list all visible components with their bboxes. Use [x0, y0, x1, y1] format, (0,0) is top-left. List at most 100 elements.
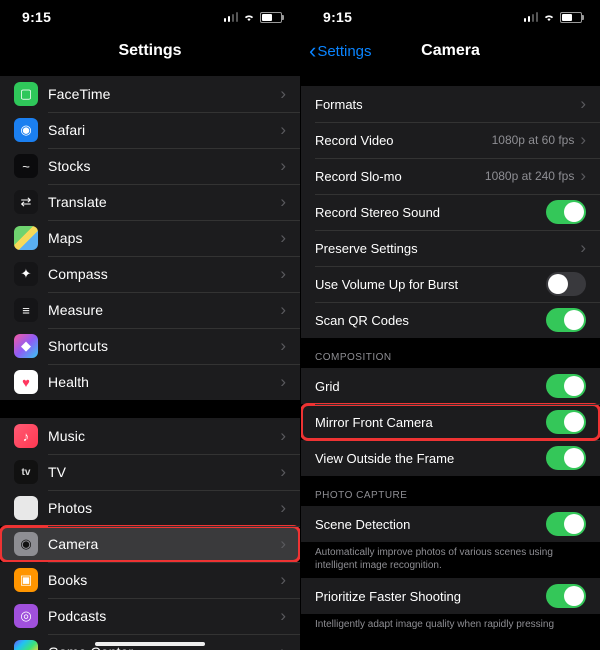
translate-icon: ⇄	[14, 190, 38, 214]
status-time: 9:15	[323, 9, 352, 25]
setting-preserve-settings[interactable]: Preserve Settings›	[301, 230, 600, 266]
row-label: Health	[48, 374, 280, 390]
page-title: Settings	[118, 42, 181, 60]
health-icon: ♥	[14, 370, 38, 394]
chevron-right-icon: ›	[280, 372, 286, 392]
row-label: FaceTime	[48, 86, 280, 102]
settings-row-photos[interactable]: Photos›	[0, 490, 300, 526]
toggle-switch[interactable]	[546, 512, 586, 536]
setting-value: 1080p at 240 fps	[485, 169, 574, 183]
photos-icon	[14, 496, 38, 520]
setting-label: View Outside the Frame	[315, 451, 546, 466]
toggle-switch[interactable]	[546, 446, 586, 470]
back-label: Settings	[317, 43, 371, 60]
row-label: Compass	[48, 266, 280, 282]
cell-signal-icon	[224, 12, 239, 22]
music-icon: ♪	[14, 424, 38, 448]
status-bar: 9:15	[301, 0, 600, 34]
nav-bar: ‹ Settings Camera	[301, 34, 600, 68]
setting-use-volume-up-for-burst[interactable]: Use Volume Up for Burst	[301, 266, 600, 302]
setting-record-slo-mo[interactable]: Record Slo-mo1080p at 240 fps ›	[301, 158, 600, 194]
section-header-composition: COMPOSITION	[301, 338, 600, 368]
status-indicators	[224, 12, 283, 23]
settings-row-tv[interactable]: tvTV›	[0, 454, 300, 490]
setting-formats[interactable]: Formats›	[301, 86, 600, 122]
row-label: Maps	[48, 230, 280, 246]
stocks-icon: ~	[14, 154, 38, 178]
row-label: Music	[48, 428, 280, 444]
settings-row-compass[interactable]: ✦Compass›	[0, 256, 300, 292]
chevron-right-icon: ›	[280, 156, 286, 176]
toggle-switch[interactable]	[546, 272, 586, 296]
settings-row-books[interactable]: ▣Books›	[0, 562, 300, 598]
setting-label: Prioritize Faster Shooting	[315, 589, 546, 604]
setting-prioritize-faster-shooting[interactable]: Prioritize Faster Shooting	[301, 578, 600, 614]
setting-value: 1080p at 60 fps	[492, 133, 575, 147]
facetime-icon: ▢	[14, 82, 38, 106]
wifi-icon	[242, 12, 256, 22]
back-button[interactable]: ‹ Settings	[309, 40, 372, 62]
settings-list[interactable]: ▢FaceTime›◉Safari›~Stocks›⇄Translate›Map…	[0, 76, 300, 650]
section-header-photo-capture: PHOTO CAPTURE	[301, 476, 600, 506]
settings-pane: 9:15 Settings ▢FaceTime›◉Safari›~Stocks›…	[0, 0, 300, 650]
chevron-right-icon: ›	[280, 642, 286, 650]
page-title: Camera	[421, 42, 480, 60]
chevron-right-icon: ›	[580, 238, 586, 258]
camera-icon: ◉	[14, 532, 38, 556]
setting-scan-qr-codes[interactable]: Scan QR Codes	[301, 302, 600, 338]
settings-row-shortcuts[interactable]: ◆Shortcuts›	[0, 328, 300, 364]
setting-scene-detection[interactable]: Scene Detection	[301, 506, 600, 542]
maps-icon	[14, 226, 38, 250]
row-label: Stocks	[48, 158, 280, 174]
nav-bar: Settings	[0, 34, 300, 68]
setting-view-outside-the-frame[interactable]: View Outside the Frame	[301, 440, 600, 476]
setting-label: Scan QR Codes	[315, 313, 546, 328]
settings-row-facetime[interactable]: ▢FaceTime›	[0, 76, 300, 112]
toggle-switch[interactable]	[546, 410, 586, 434]
toggle-switch[interactable]	[546, 584, 586, 608]
row-label: Podcasts	[48, 608, 280, 624]
settings-row-podcasts[interactable]: ◎Podcasts›	[0, 598, 300, 634]
setting-record-video[interactable]: Record Video1080p at 60 fps›	[301, 122, 600, 158]
setting-label: Mirror Front Camera	[315, 415, 546, 430]
wifi-icon	[542, 12, 556, 22]
setting-record-stereo-sound[interactable]: Record Stereo Sound	[301, 194, 600, 230]
setting-label: Record Stereo Sound	[315, 205, 546, 220]
row-label: Photos	[48, 500, 280, 516]
setting-label: Formats	[315, 97, 580, 112]
settings-row-translate[interactable]: ⇄Translate›	[0, 184, 300, 220]
toggle-switch[interactable]	[546, 200, 586, 224]
settings-row-music[interactable]: ♪Music›	[0, 418, 300, 454]
settings-row-measure[interactable]: ≡Measure›	[0, 292, 300, 328]
row-label: Shortcuts	[48, 338, 280, 354]
settings-row-stocks[interactable]: ~ Stocks›	[0, 148, 300, 184]
chevron-right-icon: ›	[280, 120, 286, 140]
camera-settings-list[interactable]: Formats›Record Video1080p at 60 fps›Reco…	[301, 68, 600, 650]
podcasts-icon: ◎	[14, 604, 38, 628]
toggle-switch[interactable]	[546, 308, 586, 332]
chevron-right-icon: ›	[280, 228, 286, 248]
row-label: Translate	[48, 194, 280, 210]
toggle-switch[interactable]	[546, 374, 586, 398]
chevron-right-icon: ›	[580, 166, 586, 186]
row-label: Books	[48, 572, 280, 588]
section-footer: Intelligently adapt image quality when r…	[301, 614, 600, 637]
section-footer: Automatically improve photos of various …	[301, 542, 600, 578]
row-label: Camera	[48, 536, 280, 552]
chevron-right-icon: ›	[280, 462, 286, 482]
chevron-right-icon: ›	[280, 264, 286, 284]
setting-grid[interactable]: Grid	[301, 368, 600, 404]
settings-row-health[interactable]: ♥ Health›	[0, 364, 300, 400]
setting-mirror-front-camera[interactable]: Mirror Front Camera	[301, 404, 600, 440]
home-indicator[interactable]	[95, 642, 205, 646]
setting-label: Use Volume Up for Burst	[315, 277, 546, 292]
chevron-left-icon: ‹	[309, 40, 316, 62]
settings-row-maps[interactable]: Maps›	[0, 220, 300, 256]
setting-label: Scene Detection	[315, 517, 546, 532]
settings-row-safari[interactable]: ◉Safari›	[0, 112, 300, 148]
settings-row-camera[interactable]: ◉Camera›	[0, 526, 300, 562]
cell-signal-icon	[524, 12, 539, 22]
status-bar: 9:15	[0, 0, 300, 34]
chevron-right-icon: ›	[580, 130, 586, 150]
setting-label: Record Slo-mo	[315, 169, 485, 184]
